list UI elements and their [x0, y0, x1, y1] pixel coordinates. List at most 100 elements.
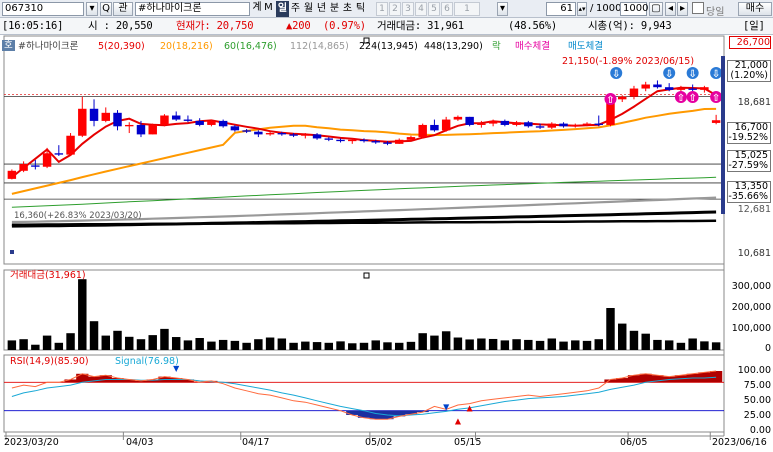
box-line-2-pct: -27.59%: [728, 160, 768, 171]
period-tab-3[interactable]: 년: [315, 1, 328, 17]
stock-code-input[interactable]: 067310: [2, 2, 84, 16]
date-label-0502: 05/02: [365, 437, 393, 448]
date-label-0616: 2023/06/16: [712, 437, 767, 448]
rsi-cross-marker-2: ▼: [443, 402, 450, 411]
volume-bar-48: [571, 340, 580, 350]
date-label-0320: 2023/03/20: [4, 437, 59, 448]
legend-stock-name: #하나마이크론: [18, 41, 79, 52]
volume-bar-44: [524, 339, 533, 350]
legend-rak: 락: [492, 41, 501, 52]
sell-signal-arrow-2: ⇩: [688, 69, 696, 80]
slot-button-6[interactable]: 1: [454, 2, 480, 16]
open-price: 시 : 20,550: [88, 20, 153, 32]
rsi-axis-0: 0.00: [749, 425, 771, 436]
volume-bar-0: [7, 340, 17, 350]
candle-body-57: [676, 88, 686, 90]
slot-button-3[interactable]: 4: [415, 2, 427, 16]
candle-body-27: [324, 138, 334, 140]
price-label-18681: 18,681: [737, 97, 771, 108]
candle-body-9: [113, 112, 122, 127]
count-stepper[interactable]: ▴▾: [577, 2, 587, 16]
slot-button-1[interactable]: 2: [389, 2, 401, 16]
candle-body-60: [711, 120, 721, 123]
volume-title: 거래대금(31,961): [10, 270, 86, 281]
period-tab-2[interactable]: 월: [302, 1, 315, 17]
candle-body-48: [571, 124, 580, 127]
price-change: ▲200: [286, 20, 311, 32]
code-dropdown-button[interactable]: ▾: [86, 2, 98, 16]
day-checkbox[interactable]: [692, 2, 704, 14]
date-label-0417: 04/17: [242, 437, 270, 448]
gye-button[interactable]: 계: [252, 2, 262, 16]
period-tab-0[interactable]: 일: [276, 1, 289, 17]
expand-button[interactable]: ▸: [677, 2, 688, 16]
volume-bar-26: [312, 342, 322, 350]
volume-bar-24: [289, 342, 298, 350]
candle-body-32: [383, 142, 392, 144]
candle-body-24: [289, 134, 298, 136]
volume-bar-31: [371, 340, 380, 350]
volume-bar-29: [348, 343, 357, 350]
volume-bar-9: [113, 330, 122, 350]
legend-ma224: 224(13,945): [359, 41, 418, 52]
current-price-axis-pct: (1.20%): [730, 70, 768, 81]
volume-bar-55: [653, 339, 662, 350]
candle-body-39: [465, 116, 474, 125]
stock-chart[interactable]: ⇩ ⇩ ⇩ ⇩⇧ ⇧ ⇧ ⇧▼▲▼ ▲: [0, 35, 773, 452]
period-tab-4[interactable]: 분: [328, 1, 341, 17]
find-button[interactable]: Q: [100, 2, 112, 16]
volume-axis-200k: 200,000: [731, 302, 771, 313]
slot-button-2[interactable]: 3: [402, 2, 414, 16]
period-tab-6[interactable]: 틱: [354, 1, 367, 17]
volume-bar-57: [676, 342, 686, 350]
volume-bar-32: [383, 342, 392, 350]
rsi-cross-marker-3: ▲: [467, 404, 474, 413]
slot-button-0[interactable]: 1: [376, 2, 388, 16]
candle-body-50: [594, 123, 603, 125]
legend-buy-signal: 매수체결: [515, 41, 550, 52]
quote-time: [16:05:16]: [2, 20, 64, 32]
volume-bar-10: [125, 336, 134, 350]
period-tab-1[interactable]: 주: [289, 1, 302, 17]
slot-button-5[interactable]: 6: [441, 2, 453, 16]
volume-bar-16: [195, 338, 204, 350]
candle-body-34: [406, 137, 416, 140]
volume-bar-40: [477, 338, 486, 350]
volume-bar-54: [641, 333, 650, 350]
candle-body-42: [500, 120, 510, 125]
m-button[interactable]: M: [263, 2, 274, 16]
volume-bar-36: [430, 335, 439, 350]
slot-dropdown-button[interactable]: ▾: [497, 2, 508, 16]
candle-body-56: [664, 87, 674, 90]
volume-bar-58: [688, 338, 697, 350]
volume-bar-28: [336, 341, 345, 350]
candle-body-20: [242, 130, 251, 132]
volume-pane: [3, 269, 725, 351]
period-tab-5[interactable]: 초: [341, 1, 354, 17]
buy-button[interactable]: 매수: [738, 2, 772, 16]
rsi-pane: [3, 354, 725, 433]
candle-body-23: [277, 133, 287, 135]
slot-button-4[interactable]: 5: [428, 2, 440, 16]
page-size-input[interactable]: 1000: [620, 2, 648, 16]
volume-axis-100k: 100,000: [731, 323, 771, 334]
collapse-button[interactable]: ◂: [665, 2, 676, 16]
sell-signal-arrow-1: ⇩: [665, 69, 673, 80]
legend-ma5: 5(20,390): [98, 41, 145, 52]
volume-bar-43: [512, 339, 521, 350]
candle-body-55: [653, 84, 662, 88]
candle-body-14: [171, 115, 181, 120]
volume-bar-7: [89, 321, 99, 350]
volume-axis-300k: 300,000: [731, 281, 771, 292]
candle-body-59: [700, 87, 709, 90]
rsi-title: RSI(14,9)(85.90): [10, 356, 89, 367]
search-button[interactable]: 관: [113, 2, 133, 16]
candle-body-40: [477, 123, 486, 125]
volume-bar-60: [711, 342, 721, 350]
stock-name-field[interactable]: #하나마이크론: [135, 2, 250, 16]
square-view-button[interactable]: ▢: [649, 2, 663, 16]
volume-bar-52: [618, 323, 627, 350]
candle-body-58: [688, 88, 697, 90]
candle-body-33: [394, 139, 404, 144]
count-input[interactable]: 61: [546, 2, 576, 16]
